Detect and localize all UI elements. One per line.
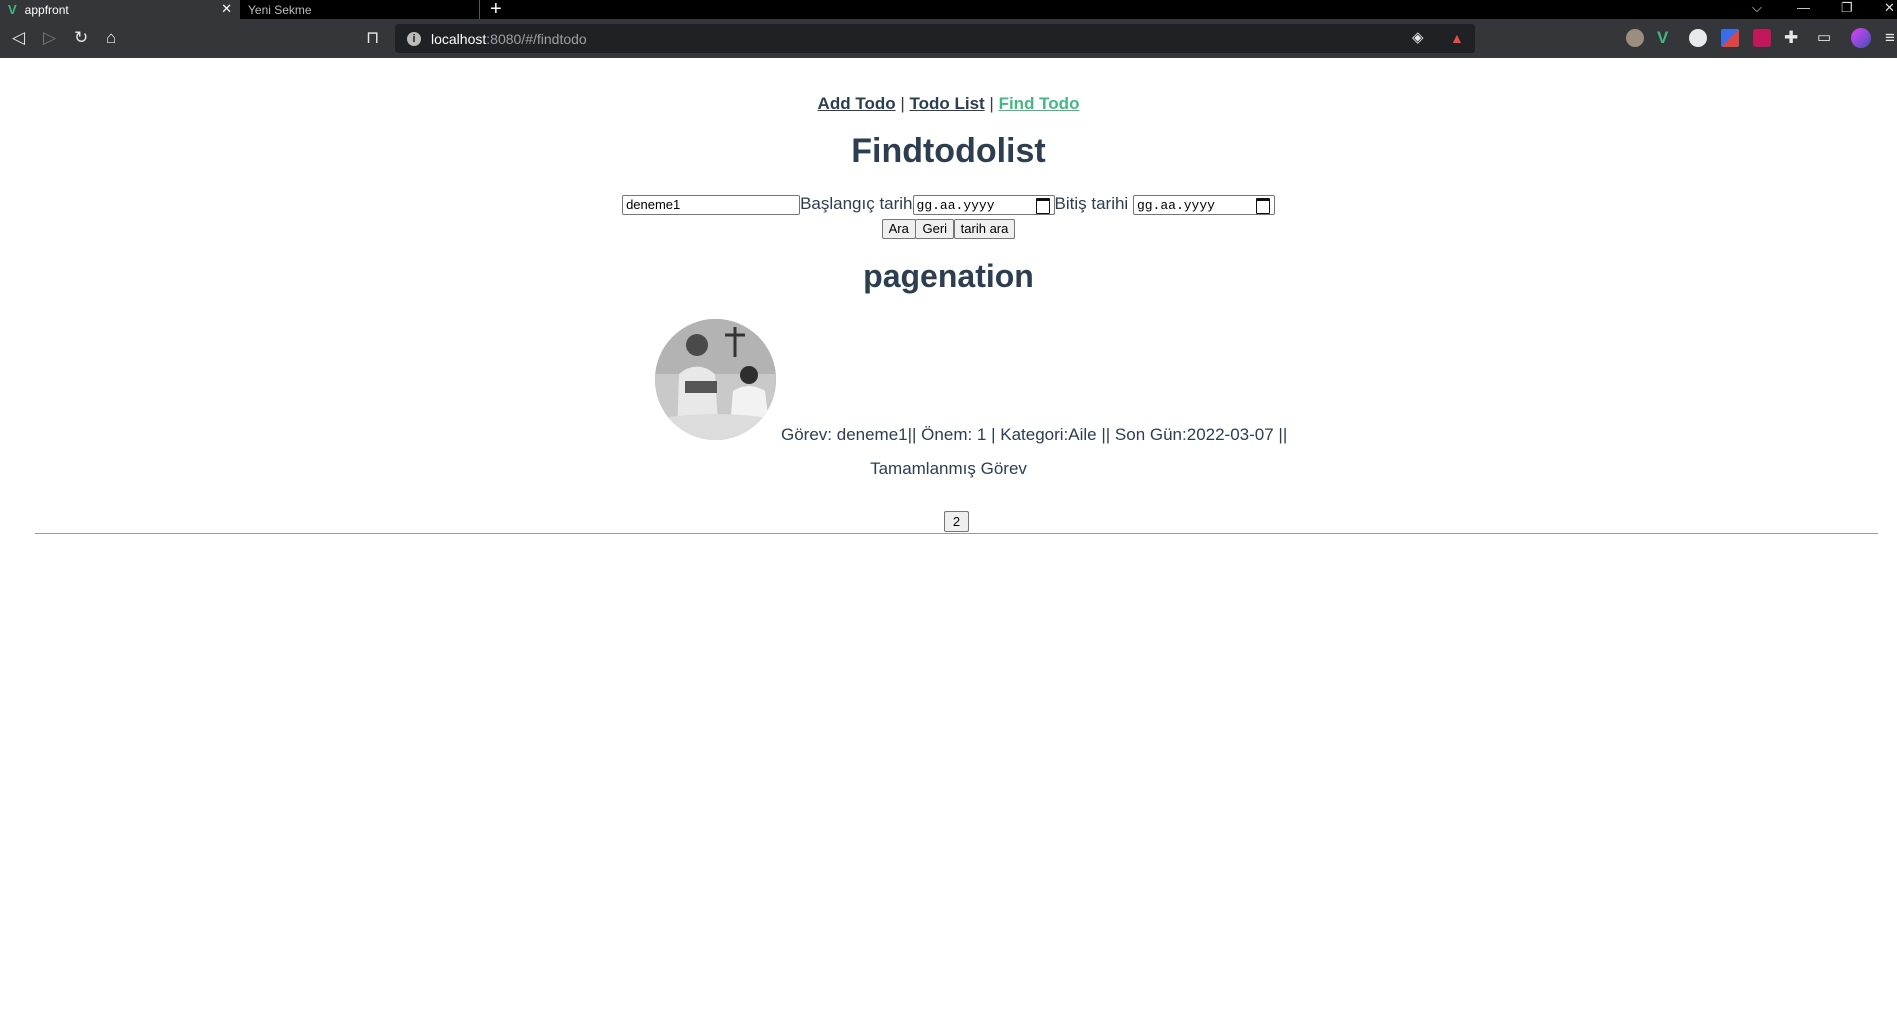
- extensions-puzzle-icon[interactable]: ✚: [1784, 27, 1798, 49]
- url-host: localhost: [431, 30, 487, 47]
- extension-avatar-icon[interactable]: [1626, 29, 1644, 47]
- close-tab-icon[interactable]: ✕: [221, 1, 232, 17]
- brave-rewards-icon[interactable]: ▲: [1450, 27, 1464, 49]
- page-button[interactable]: 2: [944, 511, 969, 532]
- browser-toolbar: ◁ ▷ ↻ ⌂ ⊓ i localhost:8080/#/findtodo ◈ …: [0, 19, 1897, 58]
- tab-new-tab[interactable]: Yeni Sekme: [240, 0, 480, 19]
- todo-status: Tamamlanmış Görev: [870, 459, 1027, 478]
- tab-label: Yeni Sekme: [248, 2, 312, 17]
- forward-icon[interactable]: ▷: [43, 27, 56, 49]
- url-path: :8080/#/findtodo: [486, 30, 587, 47]
- tab-search-chevron-icon[interactable]: ⌵: [1752, 0, 1762, 16]
- close-window-icon[interactable]: ✕: [1884, 0, 1895, 16]
- nav-separator: |: [895, 94, 910, 113]
- back-icon[interactable]: ◁: [12, 27, 25, 49]
- new-tab-plus-icon[interactable]: +: [490, 0, 502, 21]
- tab-appfront[interactable]: V appfront ✕: [0, 0, 240, 19]
- nav-separator: |: [984, 94, 999, 113]
- calendar-icon[interactable]: [1035, 197, 1050, 214]
- brave-shield-icon[interactable]: ◈: [1412, 27, 1424, 49]
- nav-find-todo-link[interactable]: Find Todo: [999, 94, 1080, 113]
- nav-todo-list-link[interactable]: Todo List: [909, 94, 984, 113]
- start-date-label: Başlangıç tarih: [800, 194, 913, 213]
- pagination-title: pagenation: [863, 258, 1034, 294]
- search-buttons: Ara Geri tarih ara: [0, 219, 1897, 239]
- end-date-label: Bitiş tarihi: [1054, 194, 1129, 213]
- end-date-placeholder: gg.aa.yyyy: [1136, 197, 1215, 213]
- menu-icon[interactable]: ≡: [1885, 27, 1895, 49]
- site-info-icon[interactable]: i: [407, 31, 421, 46]
- date-search-button[interactable]: tarih ara: [953, 219, 1016, 239]
- divider: [35, 533, 1878, 534]
- extension-flag-icon[interactable]: [1721, 29, 1739, 47]
- reload-icon[interactable]: ↻: [74, 27, 88, 49]
- calendar-icon[interactable]: [1255, 197, 1270, 214]
- restore-icon[interactable]: ❐: [1841, 0, 1853, 16]
- nav-add-todo-link[interactable]: Add Todo: [818, 94, 896, 113]
- search-input[interactable]: [622, 194, 801, 215]
- home-icon[interactable]: ⌂: [106, 27, 116, 49]
- extension-grid-icon[interactable]: [1753, 29, 1771, 47]
- vue-devtools-icon[interactable]: V: [1657, 27, 1668, 49]
- tab-label: appfront: [24, 2, 69, 17]
- profile-avatar-icon[interactable]: [1851, 28, 1871, 48]
- browser-tab-bar: V appfront ✕ Yeni Sekme + ⌵ — ❐ ✕: [0, 0, 1897, 21]
- page-title: Findtodolist: [851, 132, 1046, 170]
- search-form: Başlangıç tarihgg.aa.yyyyBitiş tarihi gg…: [0, 194, 1897, 215]
- wallet-icon[interactable]: ▭: [1817, 27, 1831, 49]
- todo-avatar-image: [655, 319, 776, 440]
- end-date-input[interactable]: gg.aa.yyyy: [1132, 194, 1275, 215]
- translate-icon[interactable]: [1689, 29, 1707, 47]
- minimize-icon[interactable]: —: [1797, 0, 1810, 15]
- start-date-input[interactable]: gg.aa.yyyy: [912, 194, 1055, 215]
- back-button[interactable]: Geri: [915, 219, 955, 239]
- start-date-placeholder: gg.aa.yyyy: [916, 197, 995, 213]
- main-nav: Add Todo | Todo List | Find Todo: [0, 94, 1897, 114]
- todo-details: Görev: deneme1|| Önem: 1 | Kategori:Aile…: [781, 425, 1288, 444]
- vue-favicon-icon: V: [8, 2, 17, 17]
- bookmark-icon[interactable]: ⊓: [366, 27, 379, 49]
- address-bar[interactable]: i localhost:8080/#/findtodo: [395, 24, 1475, 53]
- search-button[interactable]: Ara: [881, 219, 916, 239]
